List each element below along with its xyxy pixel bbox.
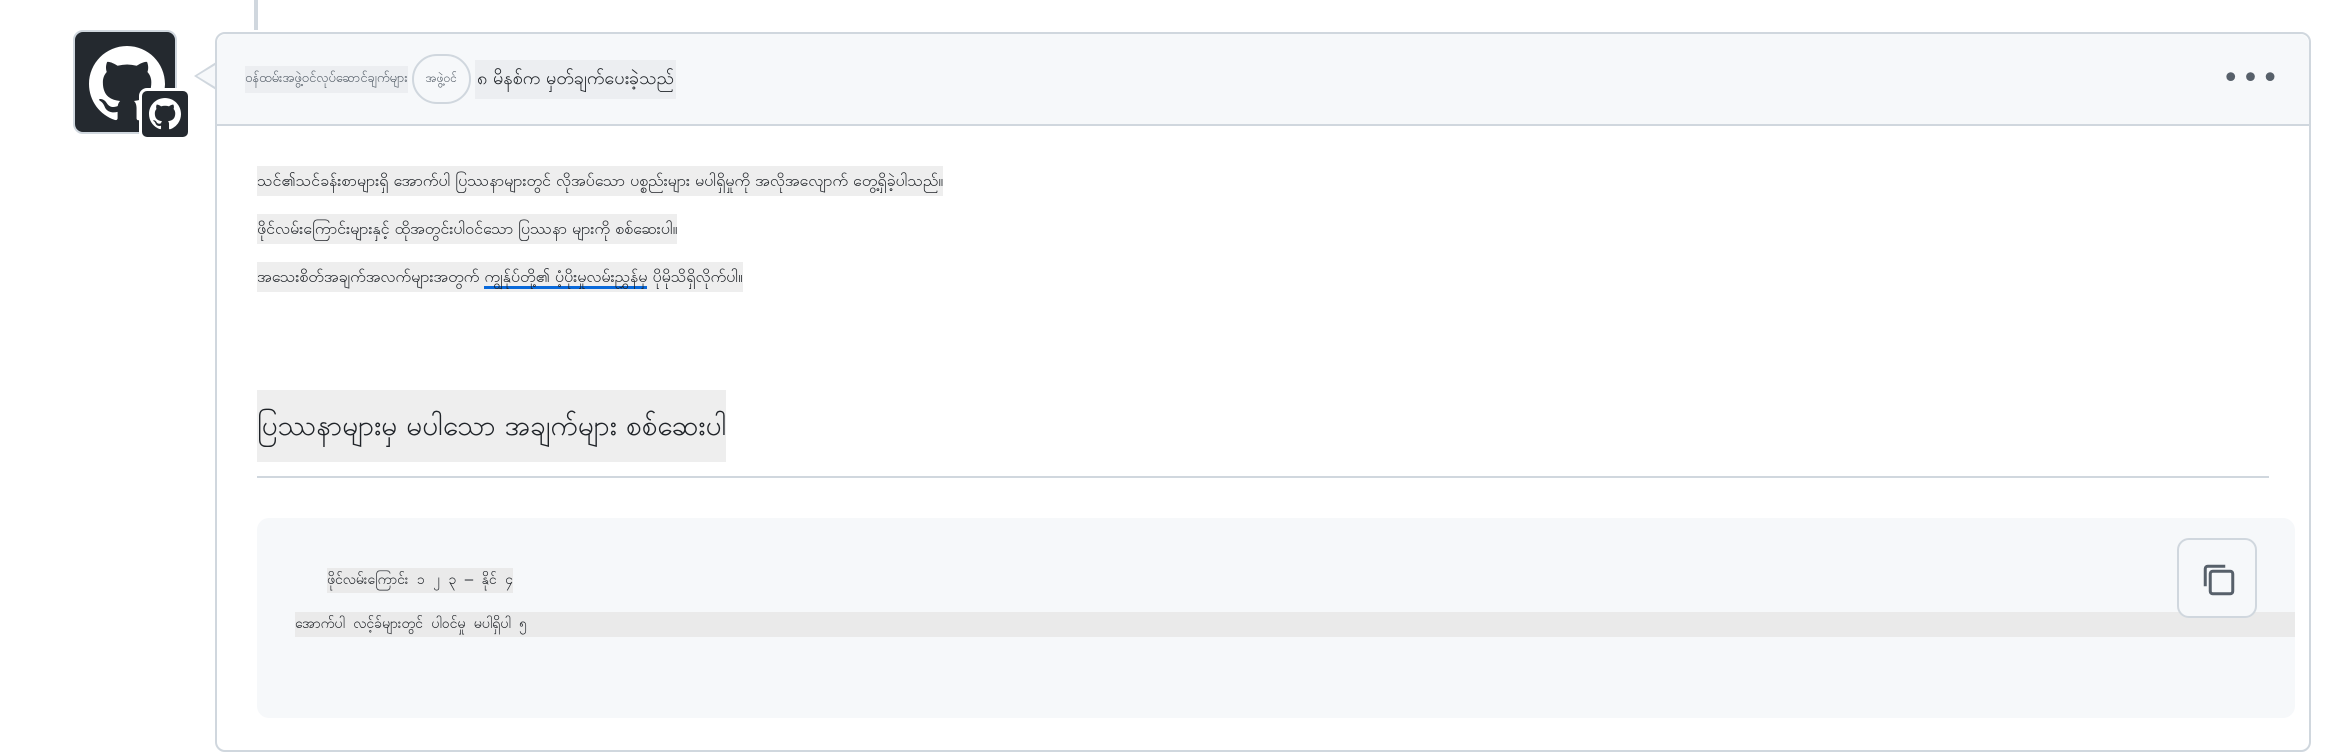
code-line: အောက်ပါ လင့်ခ်များတွင် ပါဝင်မှု မပါရှိပါ… bbox=[295, 612, 2295, 637]
comment-body: သင်၏သင်ခန်းစာများရှိ အောက်ပါ ပြဿနာများတွ… bbox=[217, 126, 2309, 718]
heading-divider bbox=[257, 476, 2269, 478]
support-guide-link[interactable]: ကျွန်ုပ်တို့၏ ပံ့ပိုးမှုလမ်းညွှန်မှ bbox=[484, 267, 648, 289]
body-paragraph-2: ဖိုင်လမ်းကြောင်းများနှင့် ထိုအတွင်းပါဝင်… bbox=[257, 214, 678, 244]
body-paragraph-1: သင်၏သင်ခန်းစာများရှိ အောက်ပါ ပြဿနာများတွ… bbox=[257, 166, 944, 196]
comment-box: ဝန်ထမ်းအဖွဲ့ဝင်လုပ်ဆောင်ချက်များ အဖွဲ့ဝင… bbox=[215, 32, 2311, 752]
copy-button[interactable] bbox=[2177, 538, 2257, 618]
body-paragraph-3-prefix: အသေးစိတ်အချက်အလက်များအတွက် bbox=[257, 267, 480, 286]
code-block: ဖိုင်လမ်းကြောင်း ၁ ၂ ၃ — နိုင် ၄ အောက်ပါ… bbox=[257, 518, 2295, 718]
comment-author[interactable]: ဝန်ထမ်းအဖွဲ့ဝင်လုပ်ဆောင်ချက်များ bbox=[245, 65, 408, 93]
body-paragraph-3-suffix: ပိုမိုသိရှိလိုက်ပါ။ bbox=[647, 267, 743, 286]
body-paragraph-3: အသေးစိတ်အချက်အလက်များအတွက် ကျွန်ုပ်တို့၏… bbox=[257, 262, 743, 292]
avatar-badge bbox=[139, 88, 191, 140]
comment-menu-button[interactable]: ••• bbox=[2222, 64, 2281, 94]
comment-header: ဝန်ထမ်းအဖွဲ့ဝင်လုပ်ဆောင်ချက်များ အဖွဲ့ဝင… bbox=[217, 34, 2309, 126]
copy-icon bbox=[2203, 564, 2235, 596]
code-line: ဖိုင်လမ်းကြောင်း ၁ ၂ ၃ — နိုင် ၄ bbox=[327, 568, 513, 593]
role-badge: အဖွဲ့ဝင် bbox=[411, 54, 471, 104]
section-heading: ပြဿနာများမှ မပါသော အချက်များ စစ်ဆေးပါ bbox=[257, 390, 727, 462]
comment-caret-inner bbox=[197, 64, 217, 88]
timeline-line bbox=[254, 0, 258, 30]
comment-timestamp[interactable]: ၈ မိနစ်က မှတ်ချက်ပေးခဲ့သည် bbox=[474, 59, 676, 99]
github-app-badge-icon bbox=[149, 98, 181, 130]
